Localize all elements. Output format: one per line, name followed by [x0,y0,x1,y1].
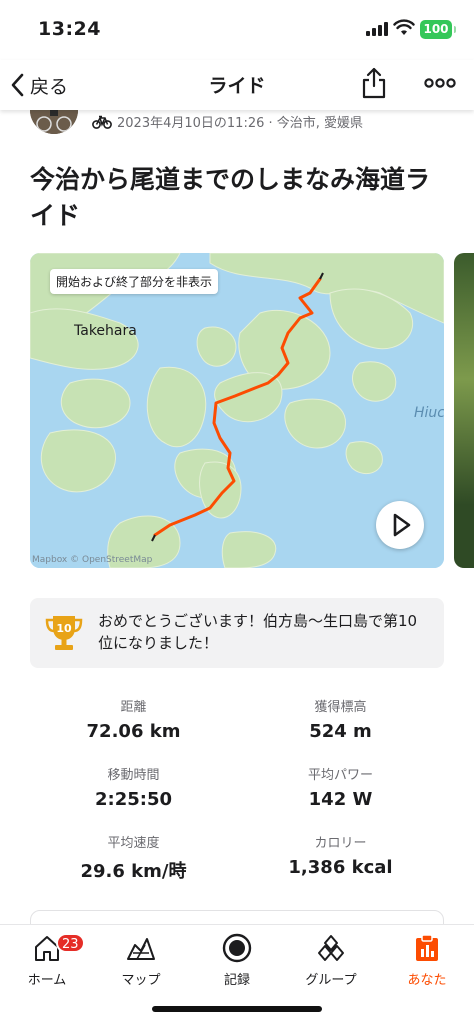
next-card-preview[interactable] [30,910,444,924]
activity-meta: 2023年4月10日の11:26 · 今治市, 愛媛県 [92,112,363,131]
stat-elevation-gain: 獲得標高 524 m [237,696,444,742]
play-icon [393,513,411,537]
tab-label: ホーム [27,973,67,988]
home-indicator [152,1006,322,1012]
groups-icon [318,935,344,961]
stat-label: 獲得標高 [314,700,367,715]
achievement-banner[interactable]: 10 おめでとうございます！伯方島～生口島で第10位になりました！ [30,598,444,668]
achievement-text: おめでとうございます！伯方島～生口島で第10位になりました！ [98,612,418,652]
stat-label: 平均速度 [107,836,160,851]
map-attribution: Mapbox © OpenStreetMap [32,555,153,565]
trophy-icon: 10 [45,616,83,650]
page-title: ライド [208,75,266,97]
stat-label: 平均パワー [307,768,373,783]
tab-home[interactable]: 23 ホーム [0,931,94,988]
tab-label: 記録 [223,973,250,988]
share-icon[interactable] [360,66,388,100]
achievement-rank: 10 [56,622,72,635]
tab-record[interactable]: 記録 [190,931,284,988]
map-label-hiuchi: Hiuc [414,405,444,421]
you-icon [416,934,438,961]
stat-average-speed: 平均速度 29.6 km/時 [30,832,237,883]
stat-value: 1,386 kcal [288,857,393,878]
stat-average-power: 平均パワー 142 W [237,764,444,810]
map-icon [127,938,155,960]
record-icon [222,933,252,963]
stat-distance: 距離 72.06 km [30,696,237,742]
stat-label: 距離 [120,700,147,715]
wifi-icon [393,19,415,35]
next-media-preview[interactable] [454,253,474,568]
navigation-bar: 戻る ライド [0,60,474,110]
activity-content[interactable]: 2023年4月10日の11:26 · 今治市, 愛媛県 今治から尾道までのしまな… [0,110,474,924]
stat-moving-time: 移動時間 2:25:50 [30,764,237,810]
stat-label: 移動時間 [107,768,160,783]
tab-label: グループ [305,973,357,988]
tab-groups[interactable]: グループ [284,931,378,988]
notification-badge: 23 [56,933,85,953]
map-label-takehara: Takehara [74,323,137,339]
status-time: 13:24 [38,18,101,40]
route-map[interactable]: 開始および終了部分を非表示 Takehara Hiuc Mapbox © Ope… [30,253,444,568]
tab-you[interactable]: あなた [380,931,474,988]
stat-value: 72.06 km [86,721,181,742]
stat-label: カロリー [314,836,367,851]
stat-calories: カロリー 1,386 kcal [237,832,444,878]
hide-endpoints-button[interactable]: 開始および終了部分を非表示 [50,269,219,294]
stat-value: 2:25:50 [94,789,173,810]
battery-indicator: 100 [420,20,456,39]
tab-maps[interactable]: マップ [94,931,188,988]
bike-icon [92,115,112,129]
stat-value: 142 W [308,789,373,810]
more-options-icon[interactable] [423,70,457,96]
athlete-avatar[interactable] [30,110,78,134]
tab-label: マップ [121,973,161,988]
activity-date-location: 2023年4月10日の11:26 · 今治市, 愛媛県 [117,116,364,131]
cellular-signal-icon [366,22,388,36]
play-flyover-button[interactable] [376,501,424,549]
status-bar: 13:24 100 [0,0,474,60]
stat-value: 29.6 km/時 [80,861,187,882]
activity-title: 今治から尾道までのしまなみ海道ライド [30,165,431,230]
stat-value: 524 m [309,721,372,742]
tab-label: あなた [407,973,447,988]
